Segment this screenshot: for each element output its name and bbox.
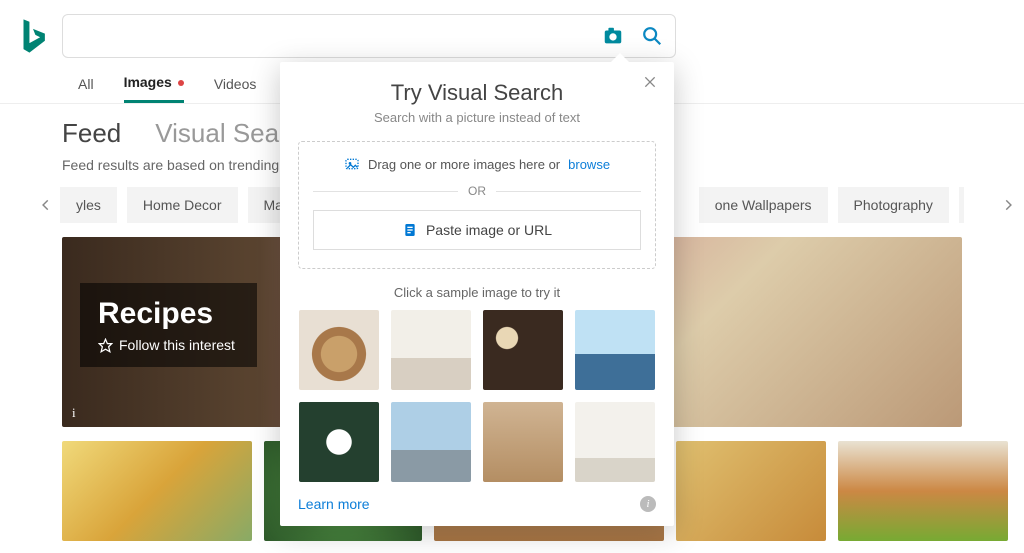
sample-image[interactable] (575, 310, 655, 390)
sample-image[interactable] (483, 402, 563, 482)
search-input[interactable] (63, 27, 599, 45)
visual-search-camera-icon[interactable] (599, 22, 627, 50)
drag-text: Drag one or more images here or (368, 157, 560, 172)
close-icon[interactable] (642, 74, 662, 94)
category-chip[interactable]: Photography (838, 187, 949, 223)
category-chip[interactable]: yles (60, 187, 117, 223)
paste-image-button[interactable]: Paste image or URL (313, 210, 641, 250)
star-icon (98, 338, 113, 353)
hero-title: Recipes (98, 297, 235, 331)
bing-logo (18, 17, 48, 55)
sample-image[interactable] (299, 402, 379, 482)
sample-images-grid (298, 310, 656, 482)
paste-label: Paste image or URL (426, 222, 552, 238)
hero-info-icon[interactable]: i (72, 405, 76, 421)
notification-dot-icon (178, 80, 184, 86)
sample-image[interactable] (391, 402, 471, 482)
drag-instruction: Drag one or more images here or browse (313, 156, 641, 172)
browse-link[interactable]: browse (568, 157, 610, 172)
visual-search-popover: Try Visual Search Search with a picture … (280, 62, 674, 526)
popover-footer: Learn more i (298, 496, 656, 512)
sample-image[interactable] (391, 310, 471, 390)
popover-subtitle: Search with a picture instead of text (298, 110, 656, 125)
heading-feed[interactable]: Feed (62, 118, 121, 149)
or-label: OR (468, 184, 486, 198)
sample-image[interactable] (575, 402, 655, 482)
chips-scroll-left-icon[interactable] (34, 193, 58, 217)
sample-image[interactable] (299, 310, 379, 390)
category-chip[interactable]: Home Decor (127, 187, 238, 223)
feed-thumb[interactable] (62, 441, 252, 541)
sample-instruction: Click a sample image to try it (298, 285, 656, 300)
image-upload-icon (344, 156, 360, 172)
paste-icon (402, 222, 418, 238)
tab-all[interactable]: All (78, 70, 94, 102)
header (0, 0, 1024, 68)
tab-images[interactable]: Images (124, 68, 184, 103)
learn-more-link[interactable]: Learn more (298, 496, 370, 512)
or-divider: OR (313, 184, 641, 198)
search-icon[interactable] (635, 19, 669, 53)
search-box[interactable] (62, 14, 676, 58)
hero-overlay: Recipes Follow this interest (80, 283, 257, 367)
tab-videos[interactable]: Videos (214, 70, 257, 102)
feed-thumb[interactable] (838, 441, 1008, 541)
image-dropzone[interactable]: Drag one or more images here or browse O… (298, 141, 656, 269)
sample-image[interactable] (483, 310, 563, 390)
follow-label: Follow this interest (119, 337, 235, 353)
follow-interest-button[interactable]: Follow this interest (98, 337, 235, 353)
popover-title: Try Visual Search (298, 80, 656, 106)
info-icon[interactable]: i (640, 496, 656, 512)
feed-thumb[interactable] (676, 441, 826, 541)
category-chip[interactable]: Quotes (959, 187, 964, 223)
category-chip[interactable]: one Wallpapers (699, 187, 828, 223)
chips-scroll-right-icon[interactable] (996, 193, 1020, 217)
tab-images-label: Images (124, 74, 172, 90)
